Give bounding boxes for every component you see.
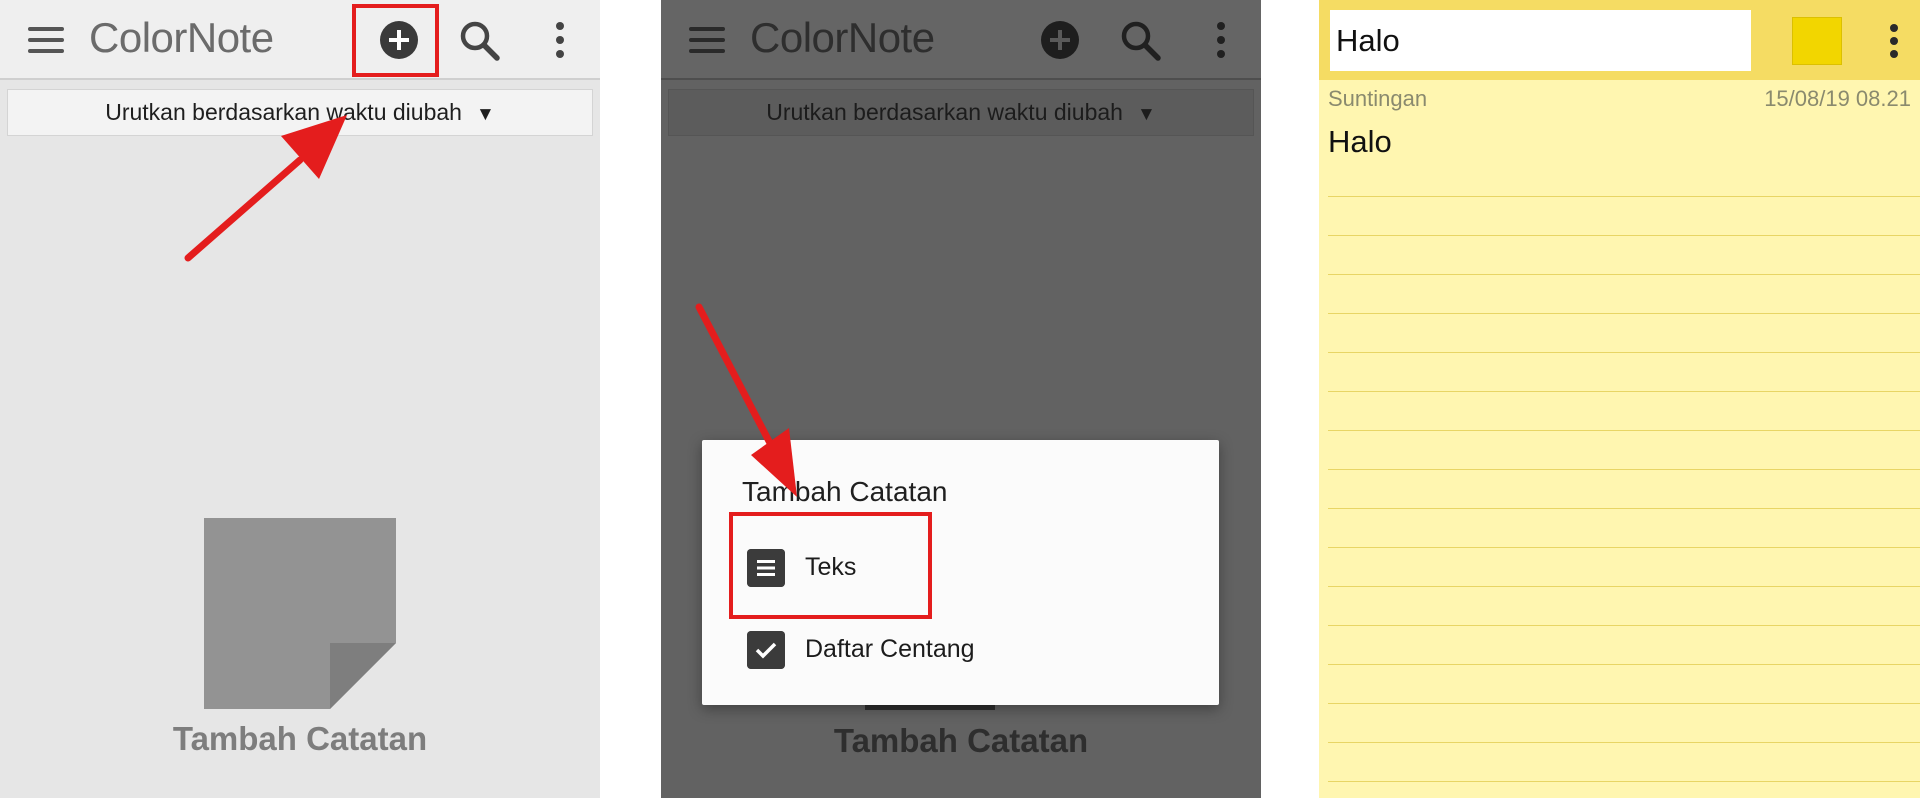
note-color-button[interactable] [1756,0,1876,80]
modified-date: 15/08/19 08.21 [1764,86,1911,111]
colornote-list-screen: ColorNote Urutkan berdasarkan waktu diub… [0,0,600,798]
colornote-add-dialog-screen: ColorNote Urutkan berdasarkan waktu diub… [661,0,1261,798]
note-meta: Suntingan 15/08/19 08.21 [1328,86,1911,112]
annotation-arrow [695,303,797,497]
annotation-arrow [184,115,347,262]
color-swatch-icon [1792,17,1842,65]
note-editor-screen: Suntingan 15/08/19 08.21 Halo [1319,0,1920,798]
edit-status: Suntingan [1328,86,1428,111]
note-title-input[interactable] [1330,10,1751,71]
ruled-lines [1328,158,1920,798]
note-body-text[interactable]: Halo [1328,124,1392,160]
more-options-icon[interactable] [1874,12,1914,68]
editor-toolbar [1319,0,1920,80]
